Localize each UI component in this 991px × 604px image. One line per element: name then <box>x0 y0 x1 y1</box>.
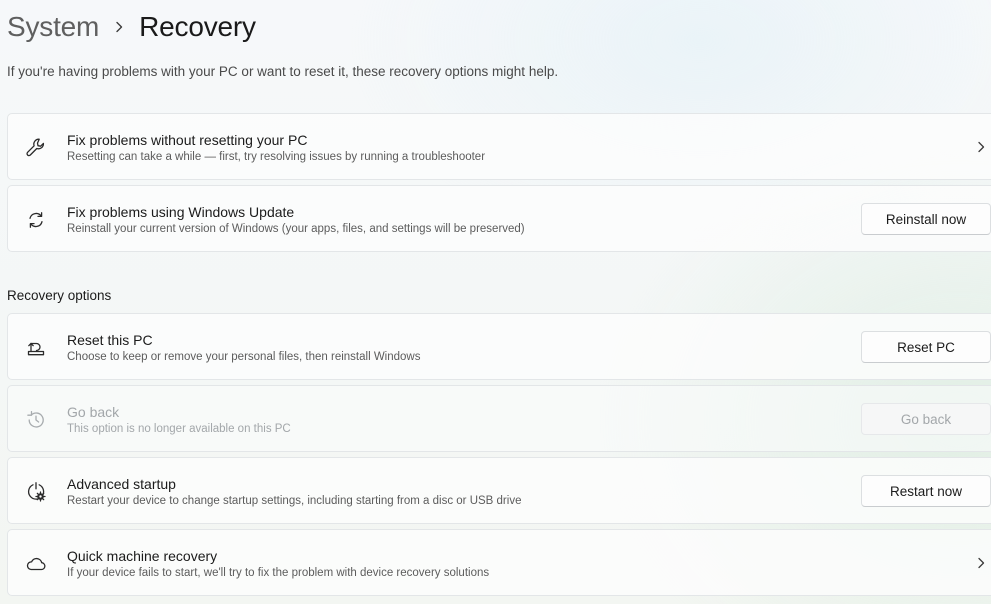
windows-update-fix-title: Fix problems using Windows Update <box>67 204 295 220</box>
go-back-button: Go back <box>861 403 991 435</box>
quick-machine-recovery-subtitle: If your device fails to start, we'll try… <box>67 567 490 579</box>
fix-without-reset-title: Fix problems without resetting your PC <box>67 132 308 148</box>
fix-without-reset-subtitle: Resetting can take a while — first, try … <box>67 151 486 163</box>
reset-pc-button[interactable]: Reset PC <box>861 331 991 363</box>
reinstall-now-button[interactable]: Reinstall now <box>861 203 991 235</box>
chevron-right-icon[interactable] <box>974 556 988 570</box>
wrench-icon <box>24 136 48 160</box>
breadcrumb-chevron-right-icon <box>99 7 139 47</box>
windows-update-fix-card: Fix problems using Windows Update Reinst… <box>7 185 991 252</box>
chevron-right-icon[interactable] <box>974 140 988 154</box>
restart-now-button[interactable]: Restart now <box>861 475 991 507</box>
windows-update-fix-subtitle: Reinstall your current version of Window… <box>67 223 525 235</box>
quick-machine-recovery-card[interactable]: Quick machine recovery If your device fa… <box>7 529 991 596</box>
advanced-startup-card: Advanced startup Restart your device to … <box>7 457 991 524</box>
advanced-startup-title: Advanced startup <box>67 476 176 492</box>
advanced-startup-subtitle: Restart your device to change startup se… <box>67 495 522 507</box>
fix-without-reset-card[interactable]: Fix problems without resetting your PC R… <box>7 113 991 180</box>
go-back-card: Go back This option is no longer availab… <box>7 385 991 452</box>
recovery-options-heading: Recovery options <box>7 288 112 303</box>
reset-pc-card: Reset this PC Choose to keep or remove y… <box>7 313 991 380</box>
breadcrumb-system-link[interactable]: System <box>7 11 99 43</box>
reset-pc-title: Reset this PC <box>67 332 153 348</box>
intro-text: If you're having problems with your PC o… <box>7 64 559 79</box>
breadcrumb: System Recovery <box>7 7 256 47</box>
go-back-subtitle: This option is no longer available on th… <box>67 423 291 435</box>
advanced-startup-icon <box>24 480 48 504</box>
cloud-icon <box>24 552 48 576</box>
sync-icon <box>24 208 48 232</box>
reset-pc-subtitle: Choose to keep or remove your personal f… <box>67 351 421 363</box>
go-back-title: Go back <box>67 404 120 420</box>
page-title: Recovery <box>139 11 256 42</box>
reset-pc-icon <box>24 336 48 360</box>
history-icon <box>24 408 48 432</box>
quick-machine-recovery-title: Quick machine recovery <box>67 548 218 564</box>
